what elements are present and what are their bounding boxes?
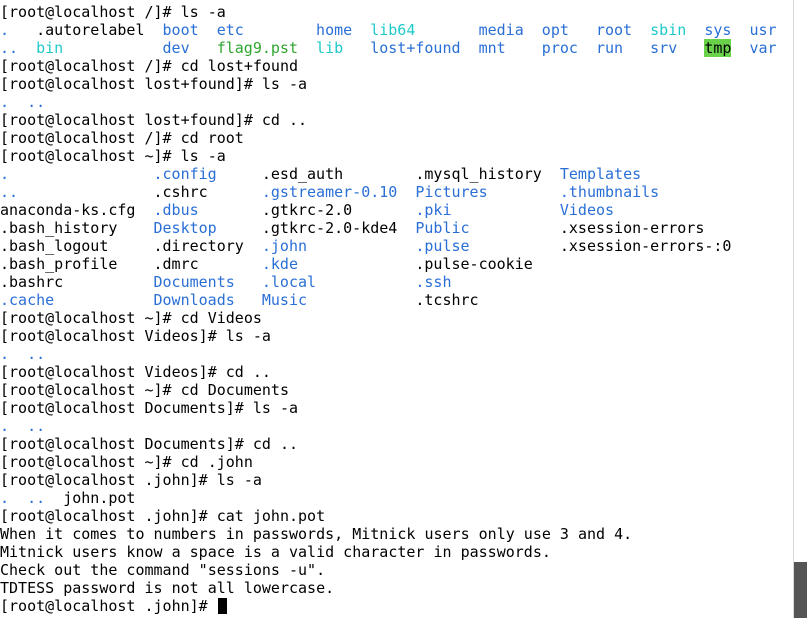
terminal-text: bin xyxy=(36,39,64,57)
terminal-text: lib xyxy=(316,39,344,57)
terminal-window[interactable]: [root@localhost /]# ls -a. .autorelabel bo… xyxy=(0,0,793,618)
terminal-text: . xyxy=(0,489,10,507)
terminal-text: anaconda-ks.cfg xyxy=(0,201,136,219)
terminal-text: [root@localhost Videos]# cd .. xyxy=(0,363,271,381)
vertical-scrollbar[interactable] xyxy=(793,0,807,618)
terminal-text: .pulse xyxy=(415,237,470,255)
terminal-text: opt xyxy=(541,21,569,39)
terminal-text: Public xyxy=(415,219,470,237)
terminal-text: .local xyxy=(261,273,317,291)
terminal-text: [root@localhost Videos]# ls -a xyxy=(0,327,271,345)
terminal-text: .bash_history xyxy=(0,219,118,237)
terminal-text: lost+found xyxy=(370,39,461,57)
terminal-text: .bash_logout xyxy=(0,237,109,255)
terminal-text: . xyxy=(0,165,10,183)
terminal-text: . xyxy=(0,21,10,39)
terminal-text: [root@localhost lost+found]# ls -a xyxy=(0,75,308,93)
terminal-text: .xsession-errors xyxy=(559,219,705,237)
terminal-text: .. xyxy=(0,183,19,201)
terminal-text: Mitnick users know a space is a valid ch… xyxy=(0,543,551,561)
terminal-text: .gtkrc-2.0-kde4 xyxy=(261,219,398,237)
terminal-text: [root@localhost lost+found]# cd .. xyxy=(0,111,308,129)
terminal-text: TDTESS password is not all lowercase. xyxy=(0,579,335,597)
terminal-text: Music xyxy=(261,291,308,309)
terminal-text: [root@localhost Documents]# cd .. xyxy=(0,435,299,453)
terminal-text: [root@localhost ~]# cd .john xyxy=(0,453,253,471)
terminal-text: .esd_auth xyxy=(261,165,344,183)
terminal-text: Templates xyxy=(559,165,642,183)
text-cursor xyxy=(217,598,227,614)
terminal-text: var xyxy=(749,39,777,57)
terminal-text: .ssh xyxy=(415,273,452,291)
terminal-text: .. xyxy=(27,93,46,111)
terminal-text: srv xyxy=(650,39,678,57)
terminal-text: [root@localhost .john]# ls -a xyxy=(0,471,262,489)
terminal-text: Videos xyxy=(559,201,615,219)
terminal-text: proc xyxy=(541,39,578,57)
terminal-text: john.pot xyxy=(63,489,136,507)
terminal-text: . xyxy=(0,93,10,111)
terminal-text: .kde xyxy=(261,255,298,273)
terminal-text: Pictures xyxy=(415,183,488,201)
terminal-text: .config xyxy=(153,165,217,183)
terminal-text: [root@localhost .john]# cat john.pot xyxy=(0,507,326,525)
terminal-text: Downloads xyxy=(153,291,235,309)
terminal-text: .xsession-errors-:0 xyxy=(559,237,732,255)
terminal-text: .dmrc xyxy=(153,255,199,273)
terminal-text: .. xyxy=(0,39,19,57)
terminal-text: [root@localhost ~]# cd Documents xyxy=(0,381,289,399)
terminal-text: .autorelabel xyxy=(36,21,145,39)
terminal-text: .bash_profile xyxy=(0,255,118,273)
terminal-text: [root@localhost Documents]# ls -a xyxy=(0,399,299,417)
terminal-text: boot xyxy=(162,21,199,39)
terminal-text: usr xyxy=(749,21,777,39)
terminal-text: .thumbnails xyxy=(559,183,660,201)
terminal-text: dev xyxy=(162,39,190,57)
terminal-text: .john xyxy=(261,237,308,255)
terminal-text: etc xyxy=(216,21,244,39)
terminal-text: .directory xyxy=(153,237,244,255)
terminal-text: [root@localhost .john]# xyxy=(0,597,217,615)
terminal-text: [root@localhost /]# cd root xyxy=(0,129,244,147)
terminal-text: flag9.pst xyxy=(216,39,298,57)
terminal-text: [root@localhost ~]# cd Videos xyxy=(0,309,262,327)
terminal-text: home xyxy=(316,21,353,39)
terminal-text: .mysql_history xyxy=(415,165,542,183)
terminal-text: Documents xyxy=(153,273,235,291)
terminal-text: lib64 xyxy=(370,21,416,39)
terminal-text: Desktop xyxy=(153,219,217,237)
terminal-text: media xyxy=(478,21,524,39)
terminal-text: .pki xyxy=(415,201,452,219)
terminal-text: mnt xyxy=(478,39,506,57)
terminal-text: Check out the command "sessions -u". xyxy=(0,561,326,579)
terminal-text: .pulse-cookie xyxy=(415,255,533,273)
terminal-text: .dbus xyxy=(153,201,199,219)
terminal-text: .cshrc xyxy=(153,183,208,201)
terminal-text: [root@localhost /]# cd lost+found xyxy=(0,57,299,75)
terminal-text: root xyxy=(595,21,633,39)
terminal-text: sbin xyxy=(650,21,687,39)
terminal-text: . xyxy=(0,417,10,435)
terminal-text: .. xyxy=(27,345,46,363)
terminal-text: When it comes to numbers in passwords, M… xyxy=(0,525,633,543)
terminal-text: . xyxy=(0,345,10,363)
terminal-text: .cache xyxy=(0,291,55,309)
terminal-text: [root@localhost /]# ls -a xyxy=(0,3,226,21)
terminal-text: .. xyxy=(27,417,46,435)
terminal-text: .. xyxy=(27,489,46,507)
scrollbar-thumb[interactable] xyxy=(794,562,807,618)
terminal-text: .bashrc xyxy=(0,273,64,291)
terminal-text: .gstreamer-0.10 xyxy=(261,183,398,201)
terminal-text: [root@localhost ~]# ls -a xyxy=(0,147,226,165)
terminal-text: .tcshrc xyxy=(415,291,479,309)
terminal-text: run xyxy=(595,39,624,57)
terminal-text: tmp xyxy=(704,39,732,57)
terminal-text: sys xyxy=(704,21,732,39)
terminal-text: .gtkrc-2.0 xyxy=(261,201,353,219)
